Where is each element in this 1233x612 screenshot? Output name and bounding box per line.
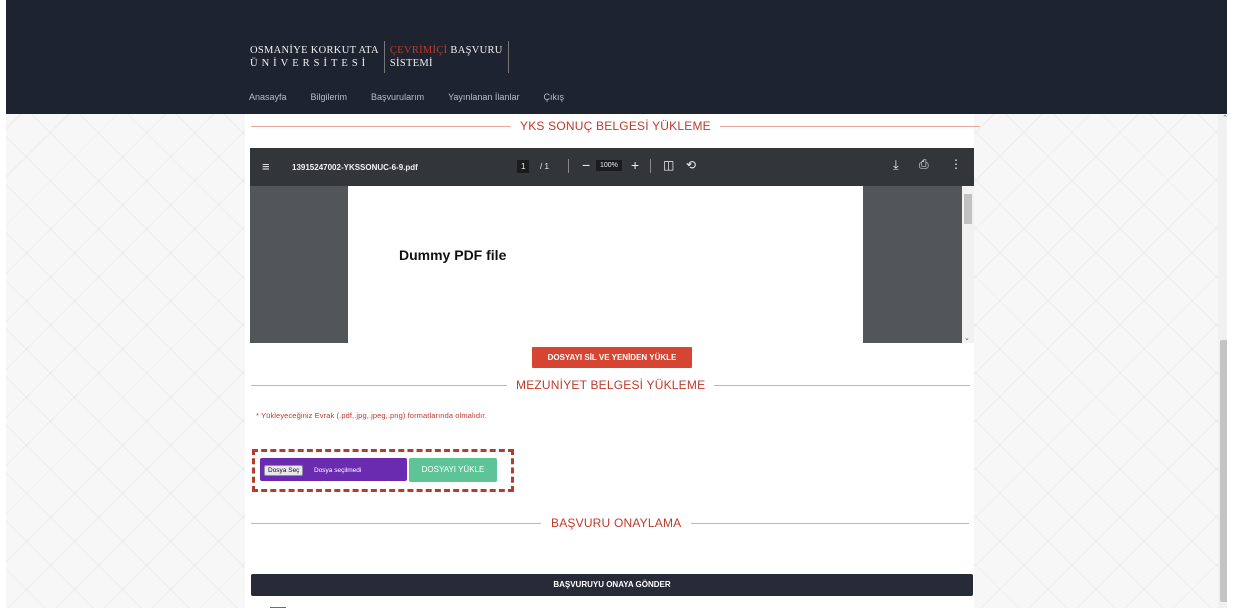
pdf-toolbar: ≡ 13915247002-YKSSONUC-6-9.pdf 1 / 1 − 1…: [250, 148, 974, 186]
file-status: Dosya seçilmedi: [314, 467, 362, 474]
section-line: [251, 522, 541, 524]
section-onay-header: BAŞVURU ONAYLAMA: [251, 516, 970, 530]
menu-icon[interactable]: ≡: [262, 160, 270, 173]
university-line1: OSMANİYE KORKUT ATA: [250, 45, 379, 56]
section-line: [251, 125, 511, 127]
logo-divider-end: [507, 41, 509, 73]
left-edge: [0, 0, 6, 612]
background-pattern-right: [974, 114, 1218, 612]
file-input[interactable]: Dosya Seç Dosya seçilmedi: [260, 458, 407, 481]
toolbar-divider: [650, 159, 651, 173]
main-nav: Anasayfa Bilgilerim Başvurularım Yayınla…: [249, 92, 588, 102]
delete-reupload-button[interactable]: DOSYAYI SİL VE YENİDEN YÜKLE: [532, 347, 692, 368]
download-icon[interactable]: ⤓: [893, 157, 899, 173]
pdf-page-text: Dummy PDF file: [399, 247, 507, 263]
page-number-input[interactable]: 1: [517, 160, 530, 173]
university-name: OSMANİYE KORKUT ATA ÜNİVERSİTESİ: [250, 40, 379, 74]
format-note: * Yükleyeceğiniz Evrak (.pdf,.jpg,.jpeg,…: [256, 411, 487, 420]
zoom-out-icon[interactable]: −: [582, 157, 590, 173]
toolbar-divider: [568, 159, 569, 173]
more-options-icon[interactable]: ⋮: [950, 157, 962, 171]
upload-button[interactable]: DOSYAYI YÜKLE: [409, 458, 497, 482]
system-line1: ÇEVRİMİÇİ BAŞVURU: [390, 44, 503, 57]
section-line: [691, 522, 970, 524]
submit-application-button[interactable]: BAŞVURUYU ONAYA GÖNDER: [251, 574, 973, 596]
site-logo[interactable]: OSMANİYE KORKUT ATA ÜNİVERSİTESİ ÇEVRİMİ…: [250, 40, 514, 74]
system-name: ÇEVRİMİÇİ BAŞVURU SİSTEMİ: [390, 40, 503, 74]
logo-divider: [383, 41, 385, 73]
section-mezuniyet-header: MEZUNİYET BELGESİ YÜKLEME: [251, 378, 971, 392]
pdf-scroll-thumb[interactable]: [964, 194, 972, 224]
zoom-in-icon[interactable]: +: [631, 157, 639, 173]
nav-item-bilgilerim[interactable]: Bilgilerim: [311, 92, 348, 102]
zoom-level-input[interactable]: 100%: [596, 160, 622, 171]
nav-item-anasayfa[interactable]: Anasayfa: [249, 92, 287, 102]
pdf-file-name: 13915247002-YKSSONUC-6-9.pdf: [292, 163, 418, 172]
bottom-edge: [0, 608, 1233, 612]
section-line: [714, 384, 971, 386]
page-total: / 1: [540, 162, 549, 171]
pdf-scrollbar[interactable]: ⌄: [962, 186, 974, 343]
section-onay-title: BAŞVURU ONAYLAMA: [551, 516, 682, 530]
system-word-red: ÇEVRİMİÇİ: [389, 45, 448, 56]
choose-file-button[interactable]: Dosya Seç: [264, 465, 304, 476]
section-line: [719, 125, 980, 127]
print-icon[interactable]: ⎙: [919, 157, 929, 172]
right-edge: [1227, 0, 1233, 612]
pdf-page: Dummy PDF file: [348, 186, 863, 343]
section-mezuniyet-title: MEZUNİYET BELGESİ YÜKLEME: [516, 378, 706, 392]
nav-item-cikis[interactable]: Çıkış: [543, 92, 564, 102]
pdf-viewer[interactable]: ≡ 13915247002-YKSSONUC-6-9.pdf 1 / 1 − 1…: [250, 148, 974, 343]
chevron-down-icon[interactable]: ⌄: [964, 334, 970, 342]
university-line2: ÜNİVERSİTESİ: [250, 58, 370, 69]
system-word-white: BAŞVURU: [450, 45, 503, 56]
section-line: [251, 384, 507, 386]
section-yks-header: YKS SONUÇ BELGESİ YÜKLEME: [251, 119, 980, 133]
background-pattern-left: [0, 114, 245, 612]
nav-item-yayinlanan-ilanlar[interactable]: Yayınlanan İlanlar: [448, 92, 519, 102]
section-yks-title: YKS SONUÇ BELGESİ YÜKLEME: [520, 119, 711, 133]
top-header: [0, 0, 1233, 114]
nav-item-basvurularim[interactable]: Başvurularım: [371, 92, 424, 102]
system-line2: SİSTEMİ: [389, 58, 433, 69]
rotate-icon[interactable]: ⟲: [686, 158, 696, 172]
fit-page-icon[interactable]: ◫: [663, 158, 674, 172]
